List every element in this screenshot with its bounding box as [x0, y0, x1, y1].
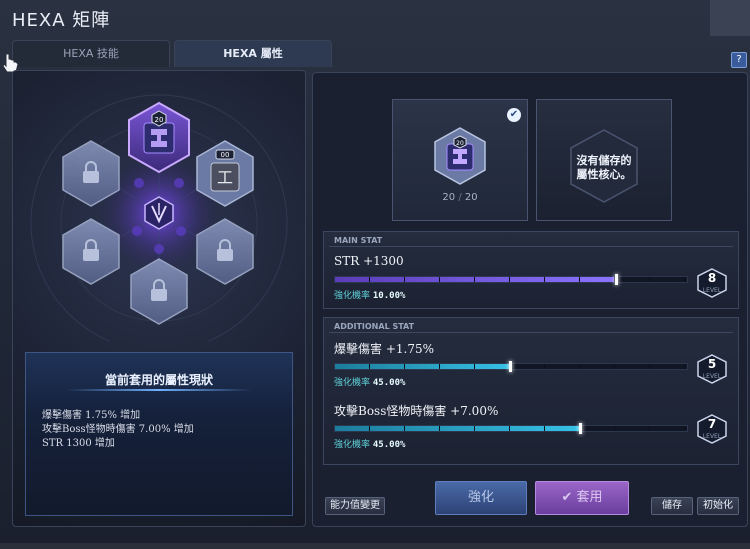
stat-detail-panel: ✔ 20 20 / 20 沒有儲存的 屬性核心。 MAIN STAT STR +…: [312, 72, 748, 527]
additional-stat-rate: 強化機率 45.00%: [334, 440, 406, 450]
hex-core-panel: 20 工 00 當前套用的屬性現狀 爆擊傷害 1.75% 增加 攻擊Boss怪物…: [12, 70, 306, 527]
center-emblem-icon: [144, 196, 174, 230]
additional-stat-progress: [334, 423, 688, 434]
status-line: STR 1300 增加: [42, 438, 115, 449]
main-stat-rate: 強化機率 10.00%: [334, 291, 406, 301]
stat-core-icon: 20: [434, 127, 486, 185]
main-stat-name: STR +1300: [334, 254, 404, 268]
additional-stat-progress: [334, 361, 688, 372]
additional-stat-rate: 強化機率 45.00%: [334, 378, 406, 388]
main-stat-progress: [334, 274, 688, 285]
status-line: 爆擊傷害 1.75% 增加: [42, 410, 141, 421]
help-button[interactable]: ?: [731, 52, 747, 68]
core-level-badge-right: 00: [215, 149, 235, 160]
background-strip: [0, 543, 750, 549]
core-level-badge-top: 20: [151, 110, 167, 127]
title-bar[interactable]: HEXA 矩陣: [0, 0, 750, 36]
hex-core-grid: 20 工 00: [30, 94, 288, 341]
apply-button[interactable]: ✔ 套用: [535, 481, 629, 515]
main-stat-level-badge: 8 LEVEL: [696, 268, 728, 298]
applied-stat-status-panel: 當前套用的屬性現狀 爆擊傷害 1.75% 增加 攻擊Boss怪物時傷害 7.00…: [25, 352, 293, 516]
additional-stat-name: 攻擊Boss怪物時傷害 +7.00%: [334, 404, 499, 418]
additional-stat-name: 爆擊傷害 +1.75%: [334, 342, 434, 356]
additional-stat-box: ADDITIONAL STAT 爆擊傷害 +1.75% 強化機率 45.00% …: [323, 317, 739, 465]
svg-text:20: 20: [456, 140, 464, 147]
ability-change-button[interactable]: 能力值變更: [325, 497, 385, 515]
tab-hexa-skill[interactable]: HEXA 技能: [12, 40, 170, 67]
core-count: 20 / 20: [442, 192, 478, 203]
additional-stat-level-badge: 5 LEVEL: [696, 354, 728, 384]
status-line: 攻擊Boss怪物時傷害 7.00% 增加: [42, 424, 194, 435]
current-core-slot[interactable]: ✔ 20 20 / 20: [392, 99, 528, 221]
saved-core-slot[interactable]: 沒有儲存的 屬性核心。: [536, 99, 672, 221]
status-divider: [66, 389, 252, 391]
svg-text:00: 00: [221, 151, 230, 159]
no-saved-core-text: 沒有儲存的 屬性核心。: [576, 154, 632, 181]
main-stat-header: MAIN STAT: [334, 236, 383, 245]
additional-stat-level-badge: 7 LEVEL: [696, 414, 728, 444]
tab-hexa-stat[interactable]: HEXA 屬性: [174, 40, 332, 67]
title-corner: [710, 0, 750, 36]
reset-button[interactable]: 初始化: [697, 497, 739, 515]
enhance-button[interactable]: 強化: [435, 481, 527, 515]
main-stat-box: MAIN STAT STR +1300 強化機率 10.00% 8 LEVEL: [323, 231, 739, 309]
window-title: HEXA 矩陣: [12, 10, 111, 31]
hexa-matrix-window: HEXA 矩陣 ? HEXA 技能 HEXA 屬性 20 工 00 當前套用的屬…: [0, 0, 750, 549]
save-button[interactable]: 儲存: [651, 497, 693, 515]
additional-stat-header: ADDITIONAL STAT: [334, 322, 415, 331]
status-title: 當前套用的屬性現狀: [104, 373, 213, 387]
core-level-top: 20: [155, 116, 164, 124]
stat-core-icon: 工: [217, 168, 233, 187]
